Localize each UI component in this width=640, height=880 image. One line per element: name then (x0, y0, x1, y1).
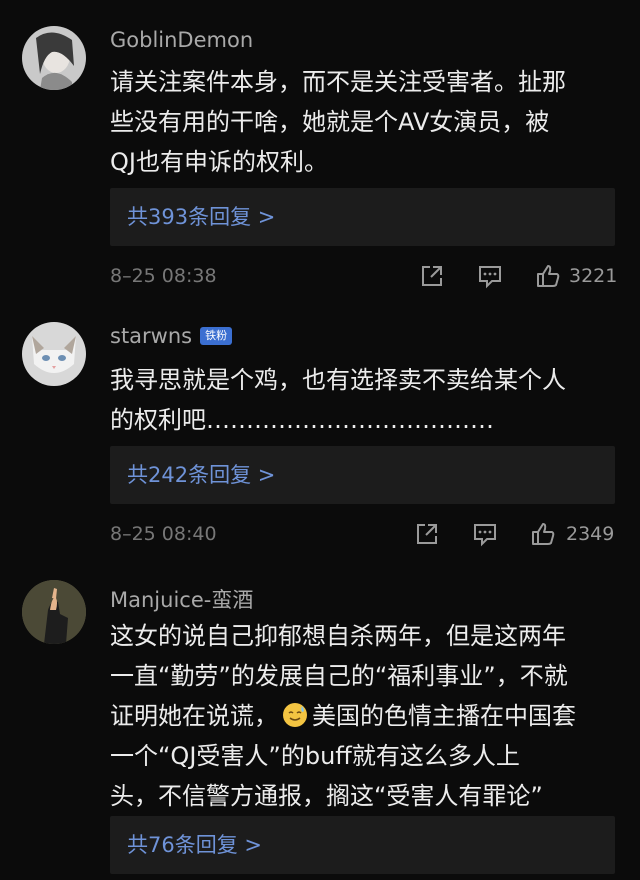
comment-line-part: 证明她在说谎， (110, 702, 278, 730)
replies-link[interactable]: 共242条回复 > (110, 446, 615, 504)
fan-badge: 铁粉 (200, 327, 233, 345)
avatar[interactable] (22, 580, 86, 644)
replies-label: 共242条回复 > (127, 463, 276, 487)
replies-label: 共76条回复 > (127, 833, 262, 857)
share-icon[interactable] (414, 521, 440, 547)
comment-line: 些没有用的干啥，她就是个AV女演员，被 (110, 108, 550, 136)
username-text: starwns (110, 324, 193, 348)
username[interactable]: Manjuice-蛮酒 (110, 584, 253, 614)
timestamp: 8–25 08:38 (110, 265, 217, 287)
like-count: 3221 (569, 265, 618, 287)
sweat-smile-emoji (283, 703, 307, 727)
timestamp: 8–25 08:40 (110, 523, 217, 545)
comment-line: 一个“QJ受害人”的buff就有这么多人上 (110, 742, 520, 770)
comment-text: 这女的说自己抑郁想自杀两年，但是这两年 一直“勤劳”的发展自己的“福利事业”，不… (110, 616, 615, 816)
comment-line-part: 美国的色情主播在中国套 (312, 702, 576, 730)
comment-line: 头，不信警方通报，搁这“受害人有罪论” (110, 782, 543, 810)
avatar[interactable] (22, 26, 86, 90)
username-text: GoblinDemon (110, 28, 254, 52)
comment-meta: 8–25 08:38 3221 (0, 261, 640, 291)
share-icon[interactable] (419, 263, 445, 289)
replies-label: 共393条回复 > (127, 205, 276, 229)
username[interactable]: starwns 铁粉 (110, 324, 233, 348)
comment-icon[interactable] (477, 263, 503, 289)
thumbs-up-icon[interactable] (535, 263, 561, 289)
comment-icon[interactable] (472, 521, 498, 547)
comment-line: 这女的说自己抑郁想自杀两年，但是这两年 (110, 622, 566, 650)
replies-link[interactable]: 共393条回复 > (110, 188, 615, 246)
username[interactable]: GoblinDemon (110, 28, 253, 52)
comment-line: 的权利吧……………………………… (110, 406, 494, 434)
comment-meta: 8–25 08:40 2349 (0, 519, 640, 549)
comment-text: 我寻思就是个鸡，也有选择卖不卖给某个人 的权利吧……………………………… (110, 360, 615, 440)
replies-link[interactable]: 共76条回复 > (110, 816, 615, 874)
comment-line: 请关注案件本身，而不是关注受害者。扯那 (110, 68, 566, 96)
comment-line: QJ也有申诉的权利。 (110, 148, 328, 176)
comment-line: 一直“勤劳”的发展自己的“福利事业”，不就 (110, 662, 568, 690)
comment-text: 请关注案件本身，而不是关注受害者。扯那 些没有用的干啥，她就是个AV女演员，被 … (110, 62, 615, 182)
comment-line: 我寻思就是个鸡，也有选择卖不卖给某个人 (110, 366, 566, 394)
avatar[interactable] (22, 322, 86, 386)
like-count: 2349 (566, 523, 615, 545)
username-text: Manjuice-蛮酒 (110, 588, 254, 612)
comment-line: 证明她在说谎， 美国的色情主播在中国套 (110, 696, 615, 736)
thumbs-up-icon[interactable] (530, 521, 556, 547)
